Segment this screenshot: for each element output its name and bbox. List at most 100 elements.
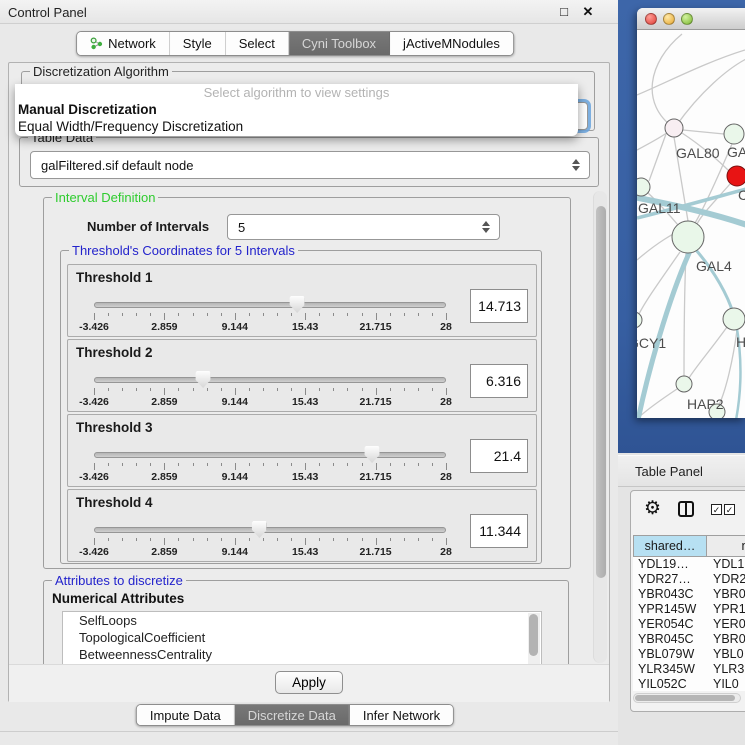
tab-discretize-data[interactable]: Discretize Data [235, 705, 350, 725]
attributes-group-title: Attributes to discretize [52, 573, 186, 588]
number-of-intervals-combobox[interactable]: 5 [227, 214, 500, 240]
tick-label: 28 [440, 546, 452, 558]
threshold-1-value-field[interactable] [470, 289, 528, 323]
scrollbar-thumb[interactable] [529, 614, 538, 656]
table-cell[interactable]: YBR0 [707, 632, 745, 647]
column-header-name[interactable]: na [707, 536, 745, 556]
threshold-3-slider[interactable] [94, 451, 446, 459]
table-cell[interactable]: YER0 [707, 617, 745, 632]
slider-thumb[interactable] [290, 296, 305, 313]
apply-button[interactable]: Apply [275, 671, 343, 694]
table-cell[interactable]: YBR043C [633, 587, 707, 602]
tab-network[interactable]: Network [77, 32, 170, 55]
table-row[interactable]: YER054CYER0 [633, 617, 745, 632]
tick-label: -3.426 [79, 321, 109, 333]
network-canvas[interactable]: GAL80GACGAL11GAL4GCY1HHAP2 [637, 30, 745, 418]
algorithm-option-manual[interactable]: Manual Discretization [15, 101, 578, 118]
threshold-4-slider[interactable] [94, 526, 446, 534]
table-horizontal-scrollbar[interactable] [633, 693, 741, 703]
table-cell[interactable]: YLR3 [707, 662, 745, 677]
attribute-list-item[interactable]: SelfLoops [63, 612, 541, 629]
threshold-2-box: Threshold 2 -3.4262.8599.14415.4321.7152… [67, 339, 537, 412]
table-cell[interactable]: YPR145W [633, 602, 707, 617]
slider-tick-labels: -3.4262.8599.14415.4321.71528 [94, 546, 446, 558]
network-window-titlebar[interactable] [637, 8, 745, 30]
slider-thumb[interactable] [365, 446, 380, 463]
algorithm-option-equal-width[interactable]: Equal Width/Frequency Discretization [15, 118, 578, 135]
network-node[interactable] [724, 124, 744, 144]
gear-icon[interactable]: ⚙ [644, 497, 661, 520]
tick-label: 28 [440, 396, 452, 408]
split-columns-icon[interactable] [678, 501, 694, 517]
app-root: Control Panel □ ✕ Network Style Select C… [0, 0, 745, 745]
threshold-2-value-field[interactable] [470, 364, 528, 398]
network-node-gal80[interactable] [665, 119, 683, 137]
close-panel-icon[interactable]: ✕ [580, 4, 596, 20]
network-node-gcy1[interactable] [637, 312, 642, 328]
table-cell[interactable]: YBR045C [633, 632, 707, 647]
column-header-shared-name[interactable]: shared… [633, 536, 707, 556]
tab-jactivemnodules[interactable]: jActiveMNodules [390, 32, 513, 55]
table-cell[interactable]: YPR1 [707, 602, 745, 617]
network-node[interactable] [727, 166, 745, 186]
table-cell[interactable]: YBL079W [633, 647, 707, 662]
zoom-window-icon[interactable] [681, 13, 693, 25]
slider-track[interactable] [94, 452, 446, 458]
settings-scrollbar[interactable] [593, 191, 607, 663]
table-row[interactable]: YPR145WYPR1 [633, 602, 745, 617]
table-cell[interactable]: YBL0 [707, 647, 745, 662]
network-node-h[interactable] [723, 308, 745, 330]
table-cell[interactable]: YIL052C [633, 677, 707, 691]
table-cell[interactable]: YLR345W [633, 662, 707, 677]
table-cell[interactable]: YER054C [633, 617, 707, 632]
table-row[interactable]: YDL19…YDL1 [633, 557, 745, 572]
network-node-gal4[interactable] [672, 221, 704, 253]
table-row[interactable]: YLR345WYLR3 [633, 662, 745, 677]
tab-style[interactable]: Style [170, 32, 226, 55]
threshold-1-slider[interactable] [94, 301, 446, 309]
network-node-gal11[interactable] [637, 178, 650, 196]
table-row[interactable]: YBR045CYBR0 [633, 632, 745, 647]
slider-track[interactable] [94, 377, 446, 383]
table-data-group: Table Data galFiltered.sif default node [19, 137, 599, 187]
tick-label: 15.43 [292, 321, 318, 333]
threshold-4-value-field[interactable] [470, 514, 528, 548]
algorithm-dropdown-popup: Select algorithm to view settings Manual… [15, 84, 578, 136]
table-cell[interactable]: YDL1 [707, 557, 745, 572]
threshold-2-slider[interactable] [94, 376, 446, 384]
tick-label: 2.859 [151, 396, 177, 408]
slider-track[interactable] [94, 302, 446, 308]
network-icon [90, 37, 103, 50]
node-label: C [738, 187, 745, 203]
table-data-combobox[interactable]: galFiltered.sif default node [30, 151, 590, 179]
attributes-list-scrollbar[interactable] [528, 613, 540, 666]
table-row[interactable]: YBL079WYBL0 [633, 647, 745, 662]
table-cell[interactable]: YDR27… [633, 572, 707, 587]
threshold-3-value-field[interactable] [470, 439, 528, 473]
table-cell[interactable]: YDR2 [707, 572, 745, 587]
numerical-attributes-list[interactable]: SelfLoopsTopologicalCoefficientBetweenne… [62, 611, 542, 666]
slider-thumb[interactable] [196, 371, 211, 388]
table-row[interactable]: YDR27…YDR2 [633, 572, 745, 587]
table-cell[interactable]: YBR0 [707, 587, 745, 602]
checkbox-icon[interactable]: ✓ [711, 504, 722, 515]
slider-thumb[interactable] [252, 521, 267, 538]
scrollbar-thumb[interactable] [635, 695, 735, 701]
scrollbar-thumb[interactable] [596, 206, 606, 578]
network-node-hap2[interactable] [676, 376, 692, 392]
attribute-list-item[interactable]: TopologicalCoefficient [63, 629, 541, 646]
checkbox-icon[interactable]: ✓ [724, 504, 735, 515]
tab-select[interactable]: Select [226, 32, 289, 55]
slider-track[interactable] [94, 527, 446, 533]
table-cell[interactable]: YDL19… [633, 557, 707, 572]
tab-impute-data[interactable]: Impute Data [137, 705, 235, 725]
attribute-list-item[interactable]: BetweennessCentrality [63, 646, 541, 663]
minimize-window-icon[interactable] [663, 13, 675, 25]
tab-cyni-toolbox[interactable]: Cyni Toolbox [289, 32, 390, 55]
tab-infer-network[interactable]: Infer Network [350, 705, 453, 725]
table-cell[interactable]: YIL0 [707, 677, 745, 691]
float-window-icon[interactable]: □ [556, 4, 572, 20]
table-row[interactable]: YBR043CYBR0 [633, 587, 745, 602]
table-row[interactable]: YIL052CYIL0 [633, 677, 745, 691]
close-window-icon[interactable] [645, 13, 657, 25]
